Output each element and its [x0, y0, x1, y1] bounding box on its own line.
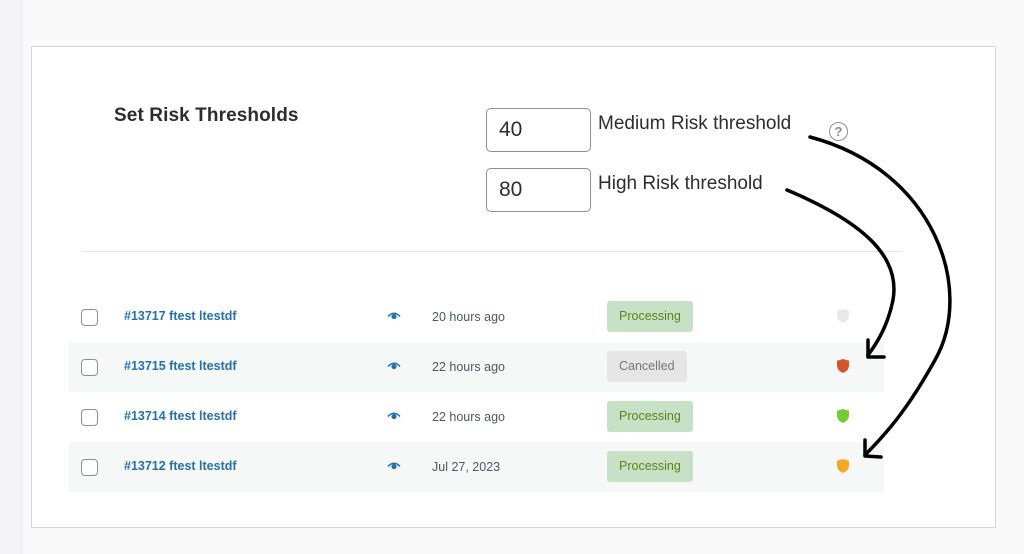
risk-shield-icon: [837, 359, 849, 373]
order-date: 22 hours ago: [432, 410, 505, 424]
risk-settings-panel: Set Risk Thresholds Medium Risk threshol…: [31, 46, 996, 528]
row-checkbox[interactable]: [81, 409, 98, 426]
order-date: 22 hours ago: [432, 360, 505, 374]
section-title: Set Risk Thresholds: [114, 105, 299, 126]
eye-icon[interactable]: [387, 361, 401, 371]
eye-icon[interactable]: [387, 311, 401, 321]
risk-shield-icon: [837, 459, 849, 473]
order-date: Jul 27, 2023: [432, 460, 501, 474]
background-edge: [0, 0, 23, 554]
order-date: 20 hours ago: [432, 310, 505, 324]
medium-risk-threshold-input[interactable]: [486, 108, 591, 152]
help-icon[interactable]: ?: [829, 122, 848, 141]
order-link[interactable]: #13715 ftest ltestdf: [124, 359, 237, 373]
risk-shield-icon: [837, 309, 849, 323]
table-row: #13717 ftest ltestdf 20 hours ago Proces…: [69, 292, 884, 342]
divider: [82, 251, 902, 252]
high-risk-threshold-input[interactable]: [486, 168, 591, 212]
order-link[interactable]: #13714 ftest ltestdf: [124, 409, 237, 423]
status-badge: Processing: [607, 451, 693, 482]
table-row: #13712 ftest ltestdf Jul 27, 2023 Proces…: [69, 442, 884, 492]
eye-icon[interactable]: [387, 461, 401, 471]
risk-shield-icon: [837, 409, 849, 423]
status-badge: Processing: [607, 301, 693, 332]
row-checkbox[interactable]: [81, 309, 98, 326]
status-badge: Processing: [607, 401, 693, 432]
order-link[interactable]: #13712 ftest ltestdf: [124, 459, 237, 473]
table-row: #13714 ftest ltestdf 22 hours ago Proces…: [69, 392, 884, 442]
order-link[interactable]: #13717 ftest ltestdf: [124, 309, 237, 323]
table-row: #13715 ftest ltestdf 22 hours ago Cancel…: [69, 342, 884, 392]
row-checkbox[interactable]: [81, 359, 98, 376]
eye-icon[interactable]: [387, 411, 401, 421]
orders-table: #13717 ftest ltestdf 20 hours ago Proces…: [69, 292, 884, 492]
status-badge: Cancelled: [607, 351, 687, 382]
row-checkbox[interactable]: [81, 459, 98, 476]
medium-risk-threshold-label: Medium Risk threshold: [598, 113, 792, 134]
high-risk-threshold-label: High Risk threshold: [598, 173, 763, 194]
